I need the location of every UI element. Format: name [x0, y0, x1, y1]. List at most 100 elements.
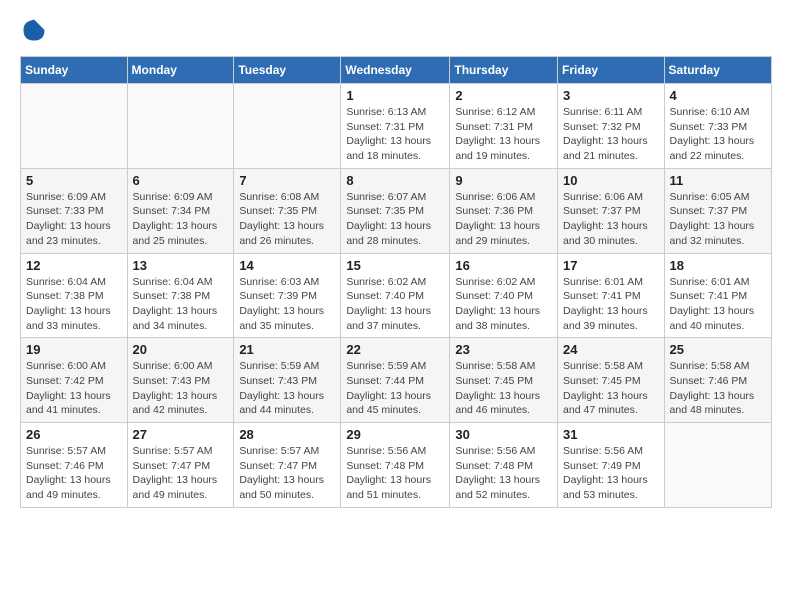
day-info: Sunrise: 6:02 AM Sunset: 7:40 PM Dayligh…	[455, 275, 552, 334]
day-info: Sunrise: 5:58 AM Sunset: 7:46 PM Dayligh…	[670, 359, 766, 418]
day-number: 22	[346, 342, 444, 357]
day-number: 9	[455, 173, 552, 188]
day-number: 24	[563, 342, 659, 357]
day-info: Sunrise: 6:10 AM Sunset: 7:33 PM Dayligh…	[670, 105, 766, 164]
calendar-cell: 14 Sunrise: 6:03 AM Sunset: 7:39 PM Dayli…	[234, 253, 341, 338]
header	[20, 16, 772, 44]
calendar-cell: 5Sunrise: 6:09 AM Sunset: 7:33 PM Daylig…	[21, 168, 128, 253]
day-number: 27	[133, 427, 229, 442]
calendar-cell: 2 Sunrise: 6:12 AM Sunset: 7:31 PM Daylig…	[450, 84, 558, 169]
day-number: 2	[455, 88, 552, 103]
day-info: Sunrise: 6:11 AM Sunset: 7:32 PM Dayligh…	[563, 105, 659, 164]
column-header-saturday: Saturday	[664, 57, 771, 84]
day-info: Sunrise: 6:03 AM Sunset: 7:39 PM Dayligh…	[239, 275, 335, 334]
day-info: Sunrise: 5:57 AM Sunset: 7:47 PM Dayligh…	[133, 444, 229, 503]
day-info: Sunrise: 6:09 AM Sunset: 7:33 PM Dayligh…	[26, 190, 122, 249]
logo-icon	[20, 16, 48, 44]
day-number: 4	[670, 88, 766, 103]
column-header-thursday: Thursday	[450, 57, 558, 84]
calendar-cell: 7 Sunrise: 6:08 AM Sunset: 7:35 PM Daylig…	[234, 168, 341, 253]
calendar-cell: 8Sunrise: 6:07 AM Sunset: 7:35 PM Daylig…	[341, 168, 450, 253]
calendar-cell: 29 Sunrise: 5:56 AM Sunset: 7:48 PM Dayli…	[341, 423, 450, 508]
day-info: Sunrise: 6:05 AM Sunset: 7:37 PM Dayligh…	[670, 190, 766, 249]
day-number: 17	[563, 258, 659, 273]
day-number: 7	[239, 173, 335, 188]
day-info: Sunrise: 6:02 AM Sunset: 7:40 PM Dayligh…	[346, 275, 444, 334]
day-info: Sunrise: 6:06 AM Sunset: 7:37 PM Dayligh…	[563, 190, 659, 249]
day-info: Sunrise: 6:06 AM Sunset: 7:36 PM Dayligh…	[455, 190, 552, 249]
day-number: 14	[239, 258, 335, 273]
logo	[20, 16, 52, 44]
day-info: Sunrise: 5:57 AM Sunset: 7:47 PM Dayligh…	[239, 444, 335, 503]
calendar-cell: 30 Sunrise: 5:56 AM Sunset: 7:48 PM Dayli…	[450, 423, 558, 508]
column-header-sunday: Sunday	[21, 57, 128, 84]
day-number: 13	[133, 258, 229, 273]
day-number: 1	[346, 88, 444, 103]
day-number: 23	[455, 342, 552, 357]
calendar-cell: 11 Sunrise: 6:05 AM Sunset: 7:37 PM Dayli…	[664, 168, 771, 253]
day-number: 31	[563, 427, 659, 442]
column-header-wednesday: Wednesday	[341, 57, 450, 84]
day-info: Sunrise: 6:13 AM Sunset: 7:31 PM Dayligh…	[346, 105, 444, 164]
day-number: 15	[346, 258, 444, 273]
day-number: 25	[670, 342, 766, 357]
day-number: 26	[26, 427, 122, 442]
calendar-cell: 25 Sunrise: 5:58 AM Sunset: 7:46 PM Dayli…	[664, 338, 771, 423]
calendar-table: SundayMondayTuesdayWednesdayThursdayFrid…	[20, 56, 772, 508]
day-number: 3	[563, 88, 659, 103]
day-info: Sunrise: 6:01 AM Sunset: 7:41 PM Dayligh…	[563, 275, 659, 334]
calendar-cell: 23Sunrise: 5:58 AM Sunset: 7:45 PM Dayli…	[450, 338, 558, 423]
day-number: 20	[133, 342, 229, 357]
day-number: 18	[670, 258, 766, 273]
day-info: Sunrise: 5:59 AM Sunset: 7:44 PM Dayligh…	[346, 359, 444, 418]
day-info: Sunrise: 6:07 AM Sunset: 7:35 PM Dayligh…	[346, 190, 444, 249]
day-number: 6	[133, 173, 229, 188]
day-number: 10	[563, 173, 659, 188]
week-row-4: 19 Sunrise: 6:00 AM Sunset: 7:42 PM Dayli…	[21, 338, 772, 423]
calendar-cell	[21, 84, 128, 169]
day-info: Sunrise: 5:56 AM Sunset: 7:49 PM Dayligh…	[563, 444, 659, 503]
day-info: Sunrise: 5:56 AM Sunset: 7:48 PM Dayligh…	[455, 444, 552, 503]
day-number: 19	[26, 342, 122, 357]
week-row-2: 5Sunrise: 6:09 AM Sunset: 7:33 PM Daylig…	[21, 168, 772, 253]
day-info: Sunrise: 6:01 AM Sunset: 7:41 PM Dayligh…	[670, 275, 766, 334]
calendar-cell: 3 Sunrise: 6:11 AM Sunset: 7:32 PM Daylig…	[558, 84, 665, 169]
calendar-cell: 21 Sunrise: 5:59 AM Sunset: 7:43 PM Dayli…	[234, 338, 341, 423]
day-number: 12	[26, 258, 122, 273]
calendar-cell: 9 Sunrise: 6:06 AM Sunset: 7:36 PM Daylig…	[450, 168, 558, 253]
calendar-cell: 19 Sunrise: 6:00 AM Sunset: 7:42 PM Dayli…	[21, 338, 128, 423]
calendar-cell: 24 Sunrise: 5:58 AM Sunset: 7:45 PM Dayli…	[558, 338, 665, 423]
column-header-monday: Monday	[127, 57, 234, 84]
header-row: SundayMondayTuesdayWednesdayThursdayFrid…	[21, 57, 772, 84]
day-info: Sunrise: 6:08 AM Sunset: 7:35 PM Dayligh…	[239, 190, 335, 249]
calendar-cell: 13 Sunrise: 6:04 AM Sunset: 7:38 PM Dayli…	[127, 253, 234, 338]
calendar-cell: 10 Sunrise: 6:06 AM Sunset: 7:37 PM Dayli…	[558, 168, 665, 253]
calendar-cell	[664, 423, 771, 508]
calendar-cell: 17 Sunrise: 6:01 AM Sunset: 7:41 PM Dayli…	[558, 253, 665, 338]
week-row-5: 26 Sunrise: 5:57 AM Sunset: 7:46 PM Dayli…	[21, 423, 772, 508]
day-info: Sunrise: 5:59 AM Sunset: 7:43 PM Dayligh…	[239, 359, 335, 418]
column-header-friday: Friday	[558, 57, 665, 84]
calendar-cell: 6Sunrise: 6:09 AM Sunset: 7:34 PM Daylig…	[127, 168, 234, 253]
day-info: Sunrise: 5:57 AM Sunset: 7:46 PM Dayligh…	[26, 444, 122, 503]
calendar-cell: 20Sunrise: 6:00 AM Sunset: 7:43 PM Dayli…	[127, 338, 234, 423]
column-header-tuesday: Tuesday	[234, 57, 341, 84]
day-info: Sunrise: 5:56 AM Sunset: 7:48 PM Dayligh…	[346, 444, 444, 503]
calendar-cell: 16 Sunrise: 6:02 AM Sunset: 7:40 PM Dayli…	[450, 253, 558, 338]
day-number: 21	[239, 342, 335, 357]
calendar-cell: 1 Sunrise: 6:13 AM Sunset: 7:31 PM Daylig…	[341, 84, 450, 169]
page: SundayMondayTuesdayWednesdayThursdayFrid…	[0, 0, 792, 524]
day-number: 16	[455, 258, 552, 273]
calendar-cell: 26 Sunrise: 5:57 AM Sunset: 7:46 PM Dayli…	[21, 423, 128, 508]
day-info: Sunrise: 5:58 AM Sunset: 7:45 PM Dayligh…	[563, 359, 659, 418]
calendar-cell	[234, 84, 341, 169]
week-row-3: 12 Sunrise: 6:04 AM Sunset: 7:38 PM Dayli…	[21, 253, 772, 338]
day-number: 11	[670, 173, 766, 188]
day-number: 30	[455, 427, 552, 442]
day-number: 29	[346, 427, 444, 442]
calendar-cell: 4 Sunrise: 6:10 AM Sunset: 7:33 PM Daylig…	[664, 84, 771, 169]
week-row-1: 1 Sunrise: 6:13 AM Sunset: 7:31 PM Daylig…	[21, 84, 772, 169]
day-info: Sunrise: 6:00 AM Sunset: 7:42 PM Dayligh…	[26, 359, 122, 418]
day-info: Sunrise: 6:12 AM Sunset: 7:31 PM Dayligh…	[455, 105, 552, 164]
day-info: Sunrise: 6:04 AM Sunset: 7:38 PM Dayligh…	[133, 275, 229, 334]
